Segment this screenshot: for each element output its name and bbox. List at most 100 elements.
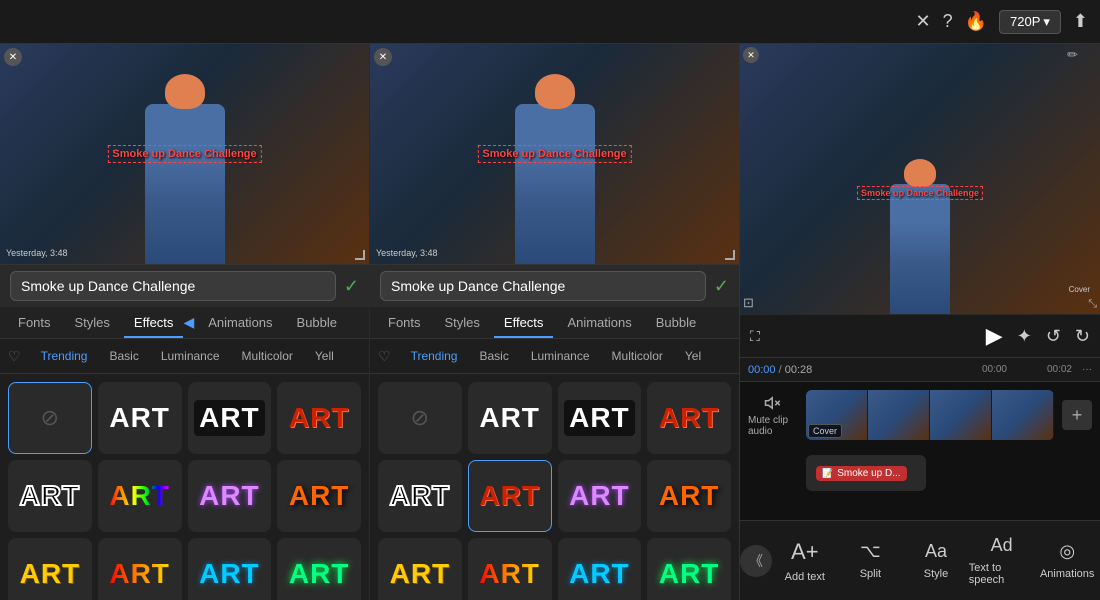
close-preview-1[interactable]: ✕ [4, 48, 22, 66]
tab-bubble-1[interactable]: Bubble [287, 307, 347, 338]
cat-luminance-2[interactable]: Luminance [521, 345, 600, 367]
cat-luminance-1[interactable]: Luminance [151, 345, 230, 367]
undo-btn[interactable]: ↺ [1046, 326, 1061, 347]
effect-cyan-2[interactable]: ART [558, 538, 642, 600]
effect-multicolor-2[interactable]: ART [468, 538, 552, 600]
timestamp-2: Yesterday, 3:48 [376, 248, 438, 258]
right-overlay-text[interactable]: Smoke up Dance Challenge [857, 186, 983, 200]
add-text-btn[interactable]: A+ Add text [772, 539, 838, 583]
effects-grid-1: ⊘ ART ART ART ART ART ART ART ART ART AR… [0, 374, 369, 600]
split-icon: ⌥ [860, 541, 881, 562]
tab-fonts-1[interactable]: Fonts [8, 307, 61, 338]
video-figure-1 [145, 104, 225, 264]
right-crop-icon[interactable]: ⊡ [743, 295, 754, 311]
effect-neon-2[interactable]: ART [647, 538, 731, 600]
tab-styles-2[interactable]: Styles [435, 307, 490, 338]
effect-neon-1[interactable]: ART [277, 538, 361, 600]
effect-purple-1[interactable]: ART [188, 460, 272, 532]
effect-red-2[interactable]: ART [647, 382, 731, 454]
text-track-strip[interactable]: 📝 Smoke up D... [806, 455, 926, 491]
right-edit-icon[interactable]: ✏ [1067, 47, 1078, 63]
video-strip[interactable]: Cover [806, 390, 1054, 440]
magic-btn[interactable]: ✦ [1017, 326, 1032, 347]
corner-handle-2 [725, 250, 735, 260]
text-to-speech-icon: Ad [991, 535, 1013, 556]
tab-effects-2[interactable]: Effects [494, 307, 554, 338]
text-input-1[interactable] [10, 271, 336, 301]
cat-basic-1[interactable]: Basic [99, 345, 148, 367]
editor-pane-2: ✕ Smoke up Dance Challenge Yesterday, 3:… [370, 44, 739, 600]
effect-outline-1[interactable]: ART [8, 460, 92, 532]
cat-trending-2[interactable]: Trending [401, 345, 468, 367]
close-preview-2[interactable]: ✕ [374, 48, 392, 66]
overlay-text-1[interactable]: Smoke up Dance Challenge [107, 145, 261, 163]
right-figure [890, 184, 950, 314]
effect-orange-2[interactable]: ART [647, 460, 731, 532]
cat-yell-2[interactable]: Yel [675, 345, 711, 367]
effect-multicolor-1[interactable]: ART [98, 538, 182, 600]
tab-effects-1[interactable]: Effects [124, 307, 184, 338]
confirm-btn-2[interactable]: ✓ [714, 276, 729, 297]
quality-button[interactable]: 720P ▾ [999, 10, 1061, 34]
tab-fonts-2[interactable]: Fonts [378, 307, 431, 338]
redo-btn[interactable]: ↻ [1075, 326, 1090, 347]
mute-audio-btn[interactable]: Mute clip audio [748, 394, 798, 437]
add-text-label: Add text [785, 571, 825, 583]
cat-multicolor-2[interactable]: Multicolor [602, 345, 673, 367]
cat-yell-1[interactable]: Yell [305, 345, 344, 367]
right-video-bg [740, 44, 1100, 314]
tab-bubble-2[interactable]: Bubble [646, 307, 706, 338]
tab-styles-1[interactable]: Styles [65, 307, 120, 338]
split-btn[interactable]: ⌥ Split [838, 541, 904, 580]
confirm-btn-1[interactable]: ✓ [344, 276, 359, 297]
effect-none-2[interactable]: ⊘ [378, 382, 462, 454]
fullscreen-btn[interactable]: ⛶ [750, 328, 760, 345]
style-btn[interactable]: Aa Style [903, 541, 969, 580]
add-track-btn[interactable]: + [1062, 400, 1092, 430]
right-resize-icon[interactable]: ⤡ [1088, 298, 1097, 311]
right-preview: ✕ Smoke up Dance Challenge ✏ ⊡ ⤡ Cover [740, 44, 1100, 314]
effect-outline-2[interactable]: ART [378, 460, 462, 532]
play-btn[interactable]: ▶ [986, 323, 1003, 349]
cat-trending-1[interactable]: Trending [31, 345, 98, 367]
overlay-text-2[interactable]: Smoke up Dance Challenge [477, 145, 631, 163]
effect-black-bg-2[interactable]: ART [558, 382, 642, 454]
effect-white-1[interactable]: ART [98, 382, 182, 454]
editors-row: ✕ Smoke up Dance Challenge Yesterday, 3:… [0, 44, 739, 600]
collapse-btn[interactable]: 《 [740, 545, 772, 577]
effect-selected-2[interactable]: ART [468, 460, 552, 532]
effect-cyan-1[interactable]: ART [188, 538, 272, 600]
effect-none-1[interactable]: ⊘ [8, 382, 92, 454]
text-input-2[interactable] [380, 271, 706, 301]
tab-animations-2[interactable]: Animations [557, 307, 641, 338]
effect-orange-1[interactable]: ART [277, 460, 361, 532]
cat-multicolor-1[interactable]: Multicolor [232, 345, 303, 367]
favorite-icon-1[interactable]: ♡ [8, 348, 21, 365]
thumb-4 [992, 390, 1054, 440]
category-tabs-1: ♡ Trending Basic Luminance Multicolor Ye… [0, 339, 369, 374]
category-tabs-2: ♡ Trending Basic Luminance Multicolor Ye… [370, 339, 739, 374]
cat-basic-2[interactable]: Basic [469, 345, 518, 367]
effect-purple-2[interactable]: ART [558, 460, 642, 532]
effect-red-1[interactable]: ART [277, 382, 361, 454]
timestamp-1: Yesterday, 3:48 [6, 248, 68, 258]
effect-rainbow-1[interactable]: ART [98, 460, 182, 532]
flame-icon: 🔥 [965, 11, 987, 32]
effect-white-2[interactable]: ART [468, 382, 552, 454]
upload-button[interactable]: ⬆ [1073, 11, 1088, 32]
corner-handle-1 [355, 250, 365, 260]
tab-animations-1[interactable]: Animations [198, 307, 282, 338]
right-close-btn[interactable]: ✕ [743, 47, 759, 63]
effect-black-bg-1[interactable]: ART [188, 382, 272, 454]
favorite-icon-2[interactable]: ♡ [378, 348, 391, 365]
help-button[interactable]: ? [943, 11, 953, 32]
animations-btn[interactable]: ◎ Animations [1034, 541, 1100, 580]
text-to-speech-btn[interactable]: Ad Text to speech [969, 535, 1035, 586]
effect-yellow-1[interactable]: ART [8, 538, 92, 600]
effect-yellow-2[interactable]: ART [378, 538, 462, 600]
effects-section-2: ♡ Trending Basic Luminance Multicolor Ye… [370, 339, 739, 600]
effects-grid-2: ⊘ ART ART ART ART ART ART ART ART ART AR… [370, 374, 739, 600]
timeline-tracks: Mute clip audio Cover + [740, 382, 1100, 520]
ruler-extend: ··· [1082, 364, 1092, 375]
close-button[interactable]: ✕ [915, 11, 930, 32]
